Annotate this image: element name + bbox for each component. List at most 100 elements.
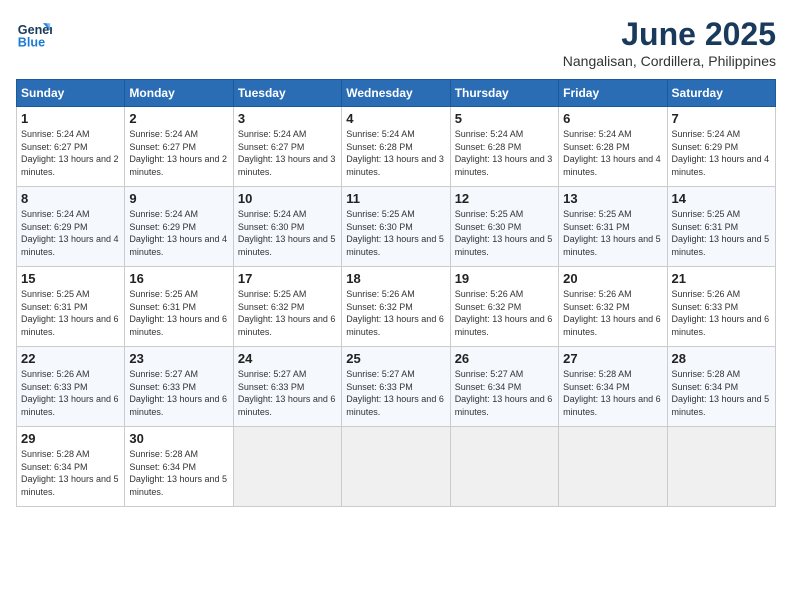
day-info: Sunrise: 5:26 AM Sunset: 6:32 PM Dayligh… bbox=[563, 288, 662, 338]
day-info: Sunrise: 5:24 AM Sunset: 6:29 PM Dayligh… bbox=[672, 128, 771, 178]
day-number: 10 bbox=[238, 191, 337, 206]
day-number: 1 bbox=[21, 111, 120, 126]
day-info: Sunrise: 5:26 AM Sunset: 6:32 PM Dayligh… bbox=[455, 288, 554, 338]
day-number: 30 bbox=[129, 431, 228, 446]
day-number: 16 bbox=[129, 271, 228, 286]
day-info: Sunrise: 5:25 AM Sunset: 6:31 PM Dayligh… bbox=[21, 288, 120, 338]
calendar-day-cell: 29 Sunrise: 5:28 AM Sunset: 6:34 PM Dayl… bbox=[17, 427, 125, 507]
day-number: 26 bbox=[455, 351, 554, 366]
calendar-day-header: Wednesday bbox=[342, 80, 450, 107]
calendar-day-cell: 4 Sunrise: 5:24 AM Sunset: 6:28 PM Dayli… bbox=[342, 107, 450, 187]
calendar-day-cell: 13 Sunrise: 5:25 AM Sunset: 6:31 PM Dayl… bbox=[559, 187, 667, 267]
day-number: 4 bbox=[346, 111, 445, 126]
day-number: 8 bbox=[21, 191, 120, 206]
calendar-day-cell: 26 Sunrise: 5:27 AM Sunset: 6:34 PM Dayl… bbox=[450, 347, 558, 427]
day-info: Sunrise: 5:26 AM Sunset: 6:33 PM Dayligh… bbox=[672, 288, 771, 338]
calendar-day-header: Friday bbox=[559, 80, 667, 107]
day-info: Sunrise: 5:24 AM Sunset: 6:27 PM Dayligh… bbox=[238, 128, 337, 178]
calendar-day-cell: 23 Sunrise: 5:27 AM Sunset: 6:33 PM Dayl… bbox=[125, 347, 233, 427]
day-info: Sunrise: 5:25 AM Sunset: 6:31 PM Dayligh… bbox=[129, 288, 228, 338]
calendar-day-cell: 18 Sunrise: 5:26 AM Sunset: 6:32 PM Dayl… bbox=[342, 267, 450, 347]
day-number: 7 bbox=[672, 111, 771, 126]
day-info: Sunrise: 5:27 AM Sunset: 6:33 PM Dayligh… bbox=[129, 368, 228, 418]
logo-icon: General Blue bbox=[16, 16, 52, 52]
day-info: Sunrise: 5:26 AM Sunset: 6:32 PM Dayligh… bbox=[346, 288, 445, 338]
title-area: June 2025 Nangalisan, Cordillera, Philip… bbox=[563, 16, 776, 69]
day-number: 3 bbox=[238, 111, 337, 126]
day-number: 29 bbox=[21, 431, 120, 446]
calendar-week-row: 29 Sunrise: 5:28 AM Sunset: 6:34 PM Dayl… bbox=[17, 427, 776, 507]
calendar-day-cell: 14 Sunrise: 5:25 AM Sunset: 6:31 PM Dayl… bbox=[667, 187, 775, 267]
calendar-day-cell: 19 Sunrise: 5:26 AM Sunset: 6:32 PM Dayl… bbox=[450, 267, 558, 347]
calendar-day-header: Saturday bbox=[667, 80, 775, 107]
day-number: 11 bbox=[346, 191, 445, 206]
calendar-day-cell: 3 Sunrise: 5:24 AM Sunset: 6:27 PM Dayli… bbox=[233, 107, 341, 187]
calendar-day-cell: 21 Sunrise: 5:26 AM Sunset: 6:33 PM Dayl… bbox=[667, 267, 775, 347]
calendar-day-cell: 7 Sunrise: 5:24 AM Sunset: 6:29 PM Dayli… bbox=[667, 107, 775, 187]
calendar-day-cell: 10 Sunrise: 5:24 AM Sunset: 6:30 PM Dayl… bbox=[233, 187, 341, 267]
day-number: 15 bbox=[21, 271, 120, 286]
calendar-day-cell: 28 Sunrise: 5:28 AM Sunset: 6:34 PM Dayl… bbox=[667, 347, 775, 427]
calendar-day-cell: 5 Sunrise: 5:24 AM Sunset: 6:28 PM Dayli… bbox=[450, 107, 558, 187]
main-title: June 2025 bbox=[563, 16, 776, 53]
day-info: Sunrise: 5:24 AM Sunset: 6:29 PM Dayligh… bbox=[21, 208, 120, 258]
calendar-week-row: 8 Sunrise: 5:24 AM Sunset: 6:29 PM Dayli… bbox=[17, 187, 776, 267]
calendar-week-row: 15 Sunrise: 5:25 AM Sunset: 6:31 PM Dayl… bbox=[17, 267, 776, 347]
calendar-day-cell: 2 Sunrise: 5:24 AM Sunset: 6:27 PM Dayli… bbox=[125, 107, 233, 187]
calendar-day-cell: 16 Sunrise: 5:25 AM Sunset: 6:31 PM Dayl… bbox=[125, 267, 233, 347]
calendar-day-cell bbox=[233, 427, 341, 507]
day-number: 2 bbox=[129, 111, 228, 126]
day-info: Sunrise: 5:27 AM Sunset: 6:33 PM Dayligh… bbox=[238, 368, 337, 418]
day-info: Sunrise: 5:26 AM Sunset: 6:33 PM Dayligh… bbox=[21, 368, 120, 418]
day-number: 25 bbox=[346, 351, 445, 366]
calendar-day-cell: 27 Sunrise: 5:28 AM Sunset: 6:34 PM Dayl… bbox=[559, 347, 667, 427]
day-number: 22 bbox=[21, 351, 120, 366]
calendar-header-row: SundayMondayTuesdayWednesdayThursdayFrid… bbox=[17, 80, 776, 107]
calendar-day-header: Thursday bbox=[450, 80, 558, 107]
day-info: Sunrise: 5:24 AM Sunset: 6:28 PM Dayligh… bbox=[455, 128, 554, 178]
calendar-day-cell bbox=[667, 427, 775, 507]
day-number: 24 bbox=[238, 351, 337, 366]
day-info: Sunrise: 5:28 AM Sunset: 6:34 PM Dayligh… bbox=[563, 368, 662, 418]
day-info: Sunrise: 5:25 AM Sunset: 6:31 PM Dayligh… bbox=[672, 208, 771, 258]
day-info: Sunrise: 5:24 AM Sunset: 6:29 PM Dayligh… bbox=[129, 208, 228, 258]
day-info: Sunrise: 5:25 AM Sunset: 6:30 PM Dayligh… bbox=[346, 208, 445, 258]
day-number: 27 bbox=[563, 351, 662, 366]
day-number: 23 bbox=[129, 351, 228, 366]
calendar-day-cell: 20 Sunrise: 5:26 AM Sunset: 6:32 PM Dayl… bbox=[559, 267, 667, 347]
day-number: 5 bbox=[455, 111, 554, 126]
day-info: Sunrise: 5:25 AM Sunset: 6:32 PM Dayligh… bbox=[238, 288, 337, 338]
day-info: Sunrise: 5:24 AM Sunset: 6:30 PM Dayligh… bbox=[238, 208, 337, 258]
day-info: Sunrise: 5:28 AM Sunset: 6:34 PM Dayligh… bbox=[129, 448, 228, 498]
subtitle: Nangalisan, Cordillera, Philippines bbox=[563, 53, 776, 69]
day-info: Sunrise: 5:27 AM Sunset: 6:34 PM Dayligh… bbox=[455, 368, 554, 418]
day-info: Sunrise: 5:24 AM Sunset: 6:28 PM Dayligh… bbox=[563, 128, 662, 178]
day-info: Sunrise: 5:24 AM Sunset: 6:27 PM Dayligh… bbox=[21, 128, 120, 178]
calendar-day-cell bbox=[342, 427, 450, 507]
calendar-day-cell: 30 Sunrise: 5:28 AM Sunset: 6:34 PM Dayl… bbox=[125, 427, 233, 507]
logo: General Blue bbox=[16, 16, 52, 52]
page-header: General Blue June 2025 Nangalisan, Cordi… bbox=[16, 16, 776, 69]
day-info: Sunrise: 5:24 AM Sunset: 6:28 PM Dayligh… bbox=[346, 128, 445, 178]
day-number: 13 bbox=[563, 191, 662, 206]
calendar-day-cell: 8 Sunrise: 5:24 AM Sunset: 6:29 PM Dayli… bbox=[17, 187, 125, 267]
calendar-day-cell: 15 Sunrise: 5:25 AM Sunset: 6:31 PM Dayl… bbox=[17, 267, 125, 347]
day-info: Sunrise: 5:25 AM Sunset: 6:30 PM Dayligh… bbox=[455, 208, 554, 258]
calendar-day-cell: 17 Sunrise: 5:25 AM Sunset: 6:32 PM Dayl… bbox=[233, 267, 341, 347]
calendar-day-cell: 11 Sunrise: 5:25 AM Sunset: 6:30 PM Dayl… bbox=[342, 187, 450, 267]
calendar-day-cell: 12 Sunrise: 5:25 AM Sunset: 6:30 PM Dayl… bbox=[450, 187, 558, 267]
day-number: 12 bbox=[455, 191, 554, 206]
calendar-day-header: Monday bbox=[125, 80, 233, 107]
calendar-day-cell bbox=[559, 427, 667, 507]
calendar-day-cell: 6 Sunrise: 5:24 AM Sunset: 6:28 PM Dayli… bbox=[559, 107, 667, 187]
calendar-day-cell: 25 Sunrise: 5:27 AM Sunset: 6:33 PM Dayl… bbox=[342, 347, 450, 427]
calendar-day-cell: 24 Sunrise: 5:27 AM Sunset: 6:33 PM Dayl… bbox=[233, 347, 341, 427]
day-number: 14 bbox=[672, 191, 771, 206]
day-number: 6 bbox=[563, 111, 662, 126]
day-info: Sunrise: 5:28 AM Sunset: 6:34 PM Dayligh… bbox=[672, 368, 771, 418]
day-number: 20 bbox=[563, 271, 662, 286]
calendar-day-header: Sunday bbox=[17, 80, 125, 107]
day-number: 28 bbox=[672, 351, 771, 366]
calendar-day-cell: 9 Sunrise: 5:24 AM Sunset: 6:29 PM Dayli… bbox=[125, 187, 233, 267]
calendar-week-row: 22 Sunrise: 5:26 AM Sunset: 6:33 PM Dayl… bbox=[17, 347, 776, 427]
